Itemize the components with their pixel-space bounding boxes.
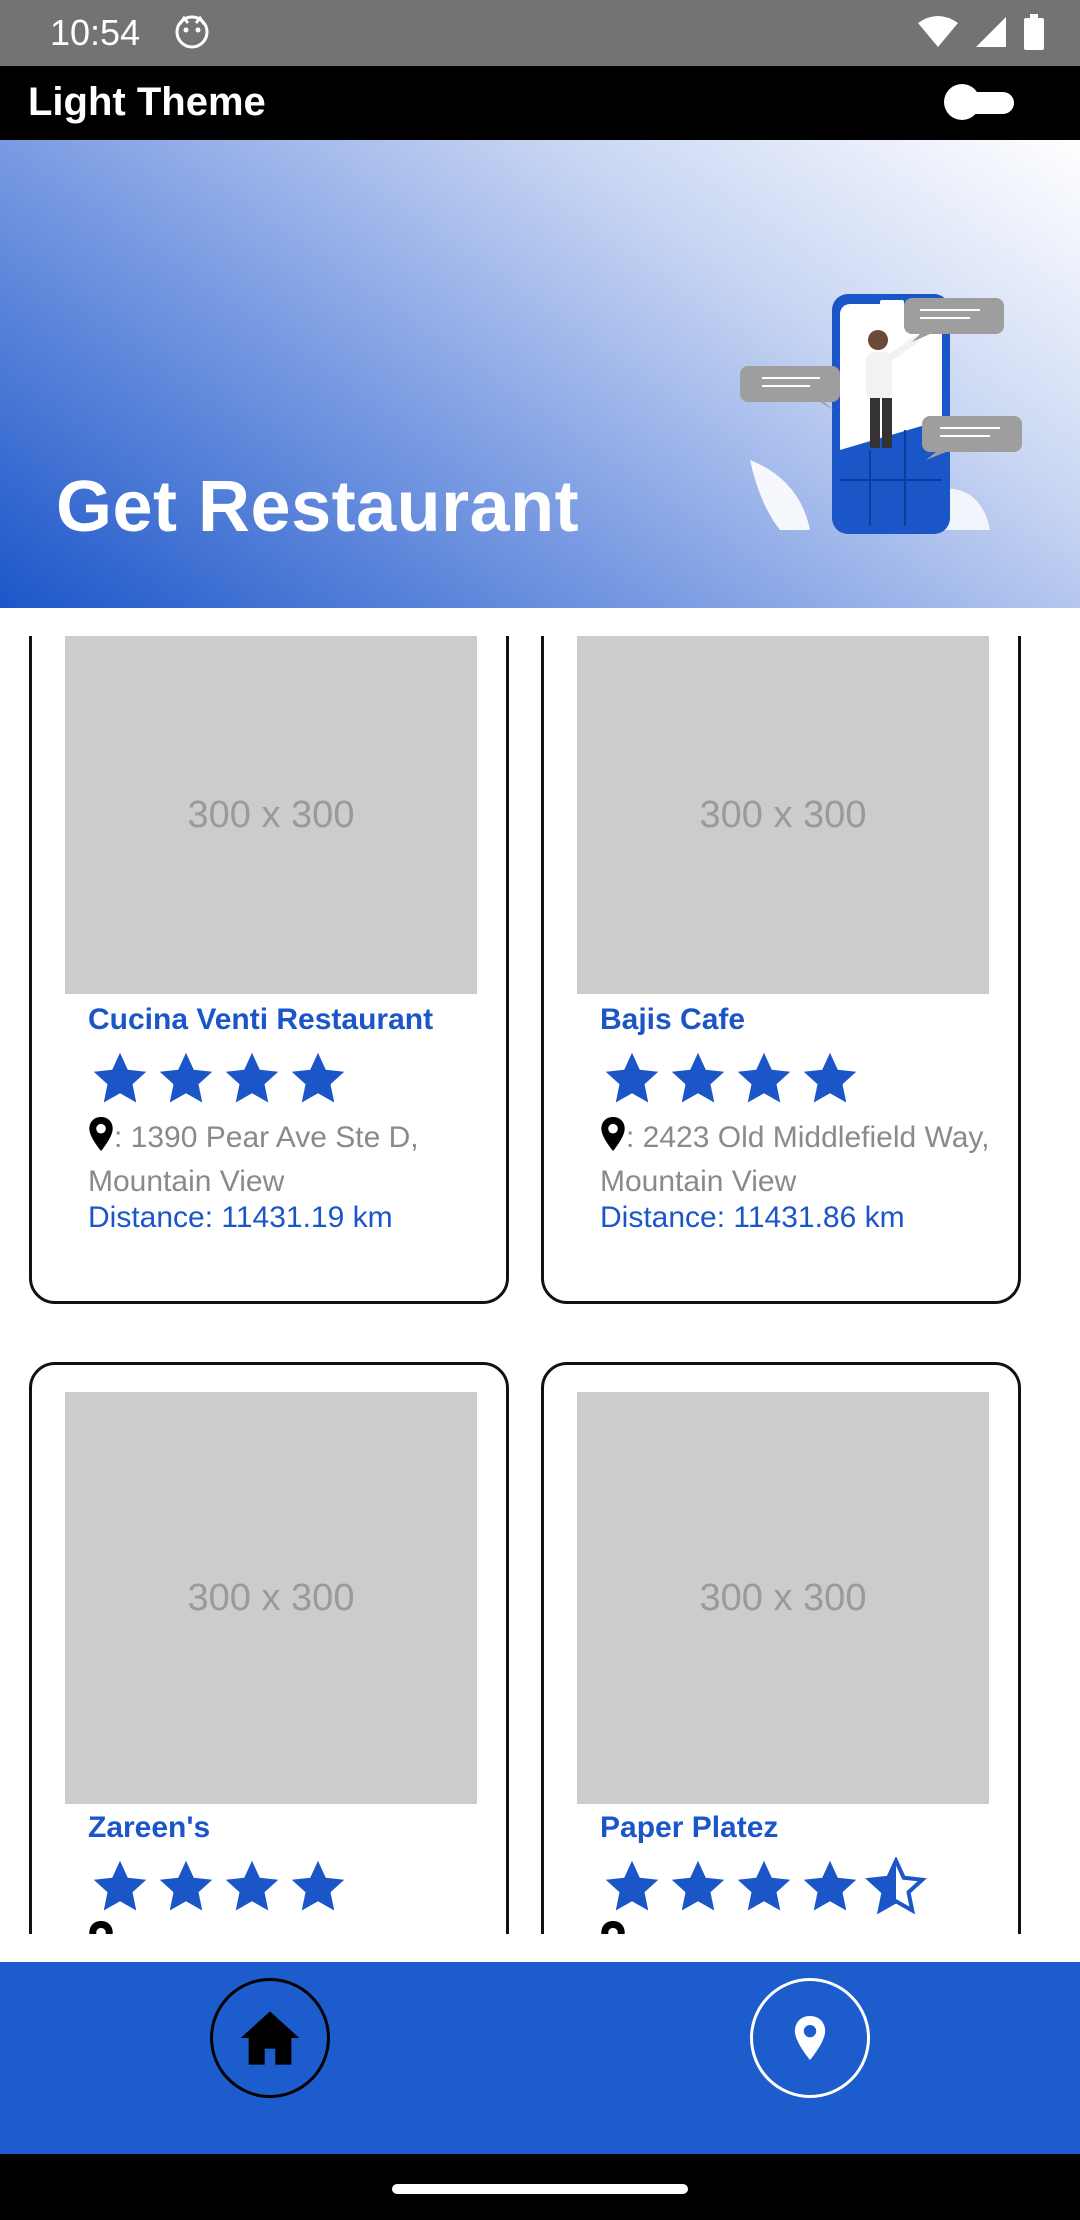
star-icon [803, 1052, 857, 1103]
restaurant-image: 300 x 300 [577, 1392, 989, 1804]
location-pin-icon [600, 1921, 626, 1934]
restaurant-distance: Distance: 11431.86 km [600, 1201, 905, 1234]
star-icon [291, 1052, 345, 1103]
battery-icon [1024, 14, 1044, 50]
restaurant-address [88, 1921, 488, 1934]
restaurant-image: 300 x 300 [65, 1392, 477, 1804]
status-bar: 10:54 [0, 0, 1080, 66]
restaurant-card[interactable]: 300 x 300 Bajis Cafe : 2423 Old Middlefi… [541, 636, 1021, 1304]
restaurant-address-text: : 1390 Pear Ave Ste D, Mountain View [88, 1121, 419, 1198]
system-navigation-bar [0, 2154, 1080, 2220]
home-button[interactable] [210, 1978, 330, 2098]
restaurant-card[interactable]: 300 x 300 Paper Platez [541, 1362, 1021, 1934]
bottom-navigation [0, 1962, 1080, 2154]
rating-stars [88, 1049, 350, 1109]
star-icon [93, 1052, 147, 1103]
restaurant-name: Cucina Venti Restaurant [88, 1003, 434, 1036]
status-time: 10:54 [50, 12, 141, 53]
location-pin-icon [600, 1117, 626, 1162]
star-icon [803, 1860, 857, 1911]
restaurant-address [600, 1921, 1000, 1934]
hero-title: Get Restaurant [56, 467, 580, 547]
emoji-face-icon [174, 14, 210, 55]
star-icon [93, 1860, 147, 1911]
location-pin-icon [88, 1921, 114, 1934]
restaurant-address: : 2423 Old Middlefield Way, Mountain Vie… [600, 1117, 1000, 1202]
rating-stars [600, 1049, 862, 1109]
restaurant-image: 300 x 300 [577, 636, 989, 994]
star-half-icon [865, 1857, 927, 1915]
star-icon [605, 1052, 659, 1103]
restaurant-address: : 1390 Pear Ave Ste D, Mountain View [88, 1117, 488, 1202]
restaurant-card[interactable]: 300 x 300 Zareen's [29, 1362, 509, 1934]
location-button[interactable] [750, 1978, 870, 2098]
cell-signal-icon [976, 17, 1006, 47]
app-bar: Light Theme [0, 66, 1080, 140]
wifi-icon [918, 16, 958, 47]
location-pin-icon [88, 1117, 114, 1162]
restaurant-name: Zareen's [88, 1811, 211, 1844]
star-icon [159, 1052, 213, 1103]
rating-stars [88, 1857, 350, 1917]
star-icon [291, 1860, 345, 1911]
restaurant-grid[interactable]: 300 x 300 Cucina Venti Restaurant : 1390… [0, 636, 1080, 1934]
theme-toggle-thumb [944, 84, 980, 120]
home-icon [240, 2011, 300, 2065]
restaurant-distance: Distance: 11431.19 km [88, 1201, 393, 1234]
location-pin-icon [794, 2016, 826, 2060]
restaurant-name: Bajis Cafe [600, 1003, 746, 1036]
star-icon [225, 1860, 279, 1911]
star-icon [605, 1860, 659, 1911]
phone-chat-illustration [740, 294, 1022, 534]
star-icon [671, 1052, 725, 1103]
restaurant-name: Paper Platez [600, 1811, 779, 1844]
home-gesture-bar[interactable] [392, 2184, 688, 2194]
restaurant-address-text: : 2423 Old Middlefield Way, Mountain Vie… [600, 1121, 990, 1198]
star-icon [671, 1860, 725, 1911]
theme-toggle[interactable] [944, 84, 1016, 120]
star-icon [225, 1052, 279, 1103]
star-icon [737, 1052, 791, 1103]
app-bar-title: Light Theme [28, 80, 266, 124]
rating-stars [600, 1857, 928, 1917]
restaurant-image: 300 x 300 [65, 636, 477, 994]
hero-banner: Get Restaurant [0, 140, 1080, 608]
status-icons [918, 14, 1044, 50]
restaurant-card[interactable]: 300 x 300 Cucina Venti Restaurant : 1390… [29, 636, 509, 1304]
star-icon [737, 1860, 791, 1911]
star-icon [159, 1860, 213, 1911]
